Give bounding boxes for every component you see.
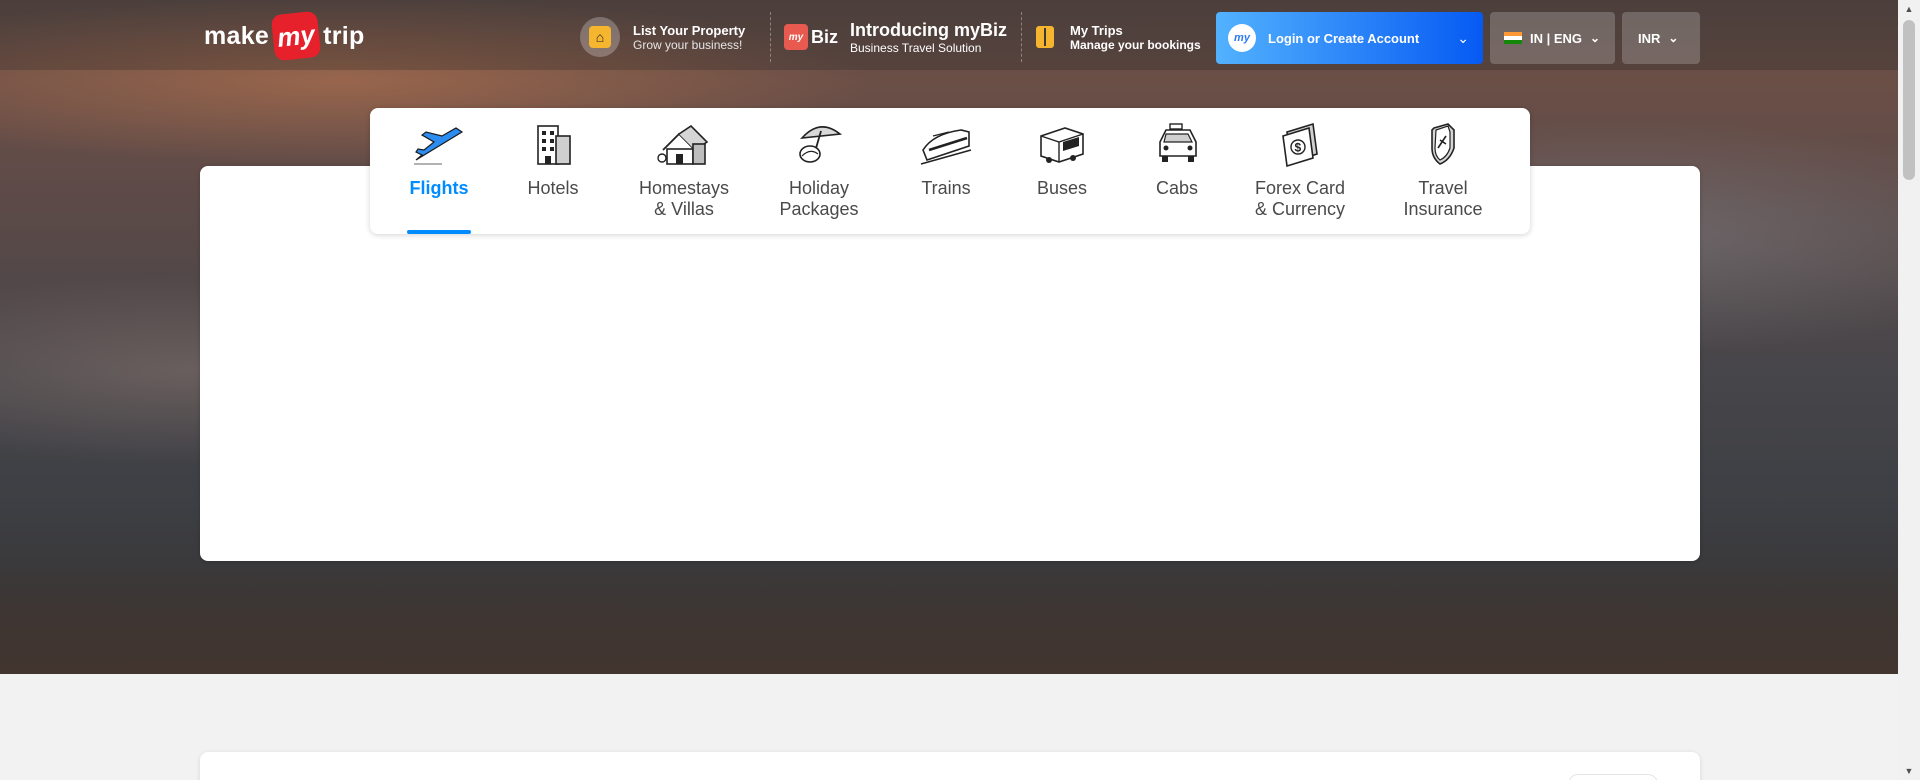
header-divider: [770, 12, 771, 62]
tab-label: Cabs: [1155, 178, 1199, 198]
tab-holiday-packages[interactable]: Holiday Packages: [776, 108, 862, 234]
my-trips-link[interactable]: My Trips Manage your bookings: [1036, 14, 1201, 60]
tab-travel-insurance[interactable]: Travel Insurance: [1403, 108, 1483, 234]
tab-cabs[interactable]: Cabs: [1148, 108, 1206, 234]
tab-flights[interactable]: Flights: [407, 108, 471, 234]
login-avatar-icon: my: [1228, 24, 1256, 52]
airplane-icon: [414, 127, 464, 165]
tab-label: Travel Insurance: [1403, 178, 1483, 219]
scroll-up-arrow-icon[interactable]: ▲: [1898, 0, 1920, 18]
insurance-shield-icon: [1431, 123, 1455, 165]
chevron-down-icon: ⌄: [1590, 31, 1601, 45]
my-trips-subtitle: Manage your bookings: [1070, 37, 1201, 52]
carousel-controls[interactable]: [1568, 774, 1658, 780]
chevron-down-icon: ⌄: [1668, 31, 1679, 45]
train-icon: [920, 129, 972, 165]
tab-hotels[interactable]: Hotels: [520, 108, 586, 234]
header-divider: [1021, 12, 1022, 62]
tab-label: Homestays & Villas: [638, 178, 730, 219]
svg-text:$: $: [1295, 141, 1302, 155]
scroll-down-arrow-icon[interactable]: ▼: [1898, 762, 1920, 780]
suitcase-icon: [1036, 26, 1054, 48]
tab-label: Hotels: [527, 178, 579, 198]
list-property-link[interactable]: ⌂ List Your Property Grow your business!: [580, 14, 745, 60]
cab-icon: [1159, 123, 1197, 162]
tab-label: Holiday Packages: [779, 178, 859, 219]
product-tabs: Flights Hotels Homestays & Villas Holiday: [370, 108, 1530, 234]
currency-label: INR: [1638, 30, 1661, 46]
chevron-down-icon: ⌄: [1457, 29, 1469, 46]
login-label: Login or Create Account: [1268, 30, 1420, 46]
tab-label: Forex Card & Currency: [1254, 178, 1346, 219]
tab-label: Flights: [409, 178, 469, 198]
tab-homestays-villas[interactable]: Homestays & Villas: [636, 108, 732, 234]
list-property-subtitle: Grow your business!: [633, 37, 743, 52]
logo-badge-my: my: [270, 10, 322, 62]
tab-forex-card-currency[interactable]: $ Forex Card & Currency: [1250, 108, 1350, 234]
offers-card: [200, 752, 1700, 780]
language-selector[interactable]: IN | ENG ⌄: [1490, 12, 1615, 64]
tab-trains[interactable]: Trains: [914, 108, 978, 234]
mybiz-link[interactable]: my Biz Introducing myBiz Business Travel…: [784, 14, 1007, 60]
mybiz-title: Introducing myBiz: [850, 19, 1007, 40]
currency-selector[interactable]: INR ⌄: [1622, 12, 1700, 64]
villa-house-icon: [657, 124, 709, 165]
list-property-title: List Your Property: [633, 22, 746, 38]
my-trips-title: My Trips: [1070, 22, 1123, 38]
scrollbar-thumb[interactable]: [1903, 20, 1915, 180]
property-house-icon: ⌂: [580, 17, 620, 57]
mybiz-badge: Biz: [811, 26, 838, 47]
language-label: IN | ENG: [1530, 30, 1583, 46]
login-button[interactable]: my Login or Create Account ⌄: [1216, 12, 1483, 64]
logo-text-make: make: [204, 21, 270, 50]
bus-icon: [1040, 127, 1084, 163]
beach-umbrella-icon: [799, 126, 843, 163]
tab-label: Buses: [1036, 178, 1088, 198]
tab-buses[interactable]: Buses: [1032, 108, 1092, 234]
hotel-building-icon: [537, 125, 571, 165]
india-flag-icon: [1504, 32, 1522, 44]
logo-text-trip: trip: [323, 21, 365, 50]
makemytrip-logo[interactable]: make my trip: [204, 10, 365, 62]
mybiz-subtitle: Business Travel Solution: [850, 40, 982, 55]
page-scrollbar[interactable]: ▲ ▼: [1898, 0, 1920, 780]
top-header: make my trip ⌂ List Your Property Grow y…: [0, 0, 1898, 70]
tab-label: Trains: [921, 178, 971, 198]
forex-card-icon: $: [1282, 122, 1318, 168]
mybiz-briefcase-icon: my Biz: [784, 24, 838, 50]
